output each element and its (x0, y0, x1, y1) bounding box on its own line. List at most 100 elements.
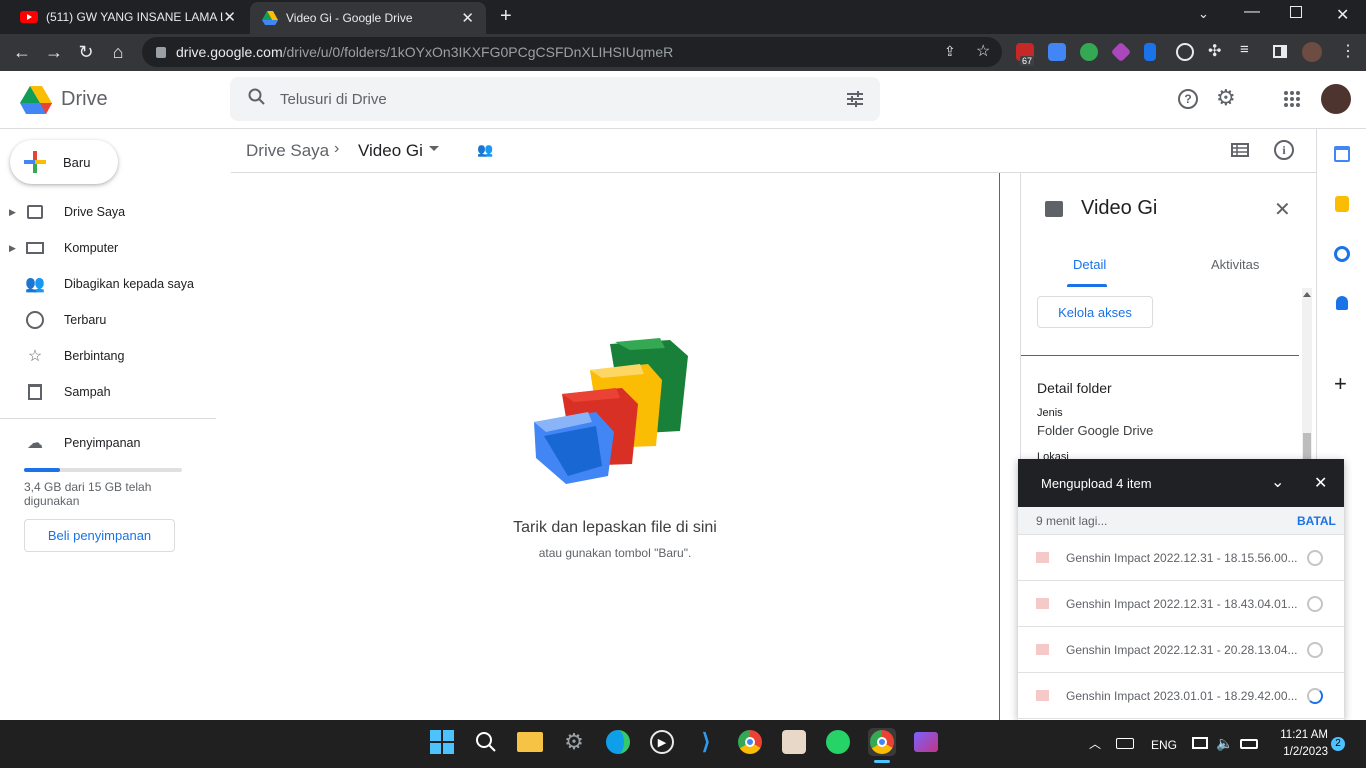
extension-icon[interactable] (1080, 43, 1098, 61)
media-icon[interactable]: ≡ (1240, 41, 1249, 58)
chrome-profile-icon[interactable] (868, 728, 896, 756)
sidebar-item-my-drive[interactable]: ▶ Drive Saya (0, 196, 216, 228)
expand-arrow-icon[interactable]: ▶ (9, 243, 16, 254)
window-close-icon[interactable]: ✕ (1336, 5, 1349, 25)
upload-panel: Mengupload 4 item ⌄ ✕ 9 menit lagi... BA… (1018, 459, 1344, 720)
tab-search-icon[interactable]: ⌄ (1198, 6, 1209, 22)
close-icon[interactable]: ✕ (1314, 473, 1327, 493)
clock-date[interactable]: 1/2/2023 (1266, 746, 1328, 758)
display-icon[interactable] (1192, 737, 1208, 749)
chevron-down-icon[interactable]: ⌄ (1271, 472, 1284, 492)
help-icon[interactable]: ? (1178, 89, 1198, 109)
sidebar-item-starred[interactable]: ☆ Berbintang (0, 340, 216, 372)
translate-icon[interactable] (1048, 43, 1066, 61)
address-bar[interactable]: drive.google.com/drive/u/0/folders/1kOYx… (142, 37, 1002, 67)
tab-detail[interactable]: Detail (1073, 257, 1106, 272)
tasks-icon[interactable] (1334, 246, 1350, 262)
vscode-icon[interactable]: ⟩ (692, 728, 720, 756)
more-menu-icon[interactable]: ⋮ (1340, 41, 1356, 61)
minimize-icon[interactable]: — (1244, 3, 1260, 21)
bookmark-star-icon[interactable]: ☆ (976, 41, 990, 61)
home-icon[interactable]: ⌂ (106, 40, 130, 64)
media-player-icon[interactable]: ▶ (648, 728, 676, 756)
empty-folder-illustration (530, 336, 700, 491)
breadcrumb-root[interactable]: Drive Saya (246, 141, 329, 161)
language-indicator[interactable]: ENG (1151, 738, 1177, 752)
calendar-icon[interactable] (1334, 146, 1350, 162)
upload-status-bar: 9 menit lagi... BATAL (1018, 507, 1344, 535)
settings-icon[interactable]: ⚙ (560, 728, 588, 756)
sidebar-item-storage[interactable]: ☁ Penyimpanan (0, 427, 216, 459)
tab-activity[interactable]: Aktivitas (1211, 257, 1259, 272)
close-icon[interactable]: ✕ (223, 8, 236, 26)
puzzle-icon[interactable]: ✣ (1208, 41, 1221, 61)
pending-circle-icon (1307, 549, 1323, 566)
manage-access-button[interactable]: Kelola akses (1037, 296, 1153, 328)
battery-icon[interactable] (1240, 739, 1258, 749)
scrollbar-thumb[interactable] (1303, 433, 1311, 460)
restore-icon[interactable] (1290, 6, 1302, 18)
sidebar-item-label: Dibagikan kepada saya (64, 277, 194, 291)
drive-logo-icon[interactable] (20, 86, 52, 119)
account-avatar[interactable] (1321, 84, 1351, 114)
dropdown-arrow-icon[interactable] (429, 146, 439, 151)
close-icon[interactable]: ✕ (461, 9, 474, 27)
new-tab-icon[interactable]: + (500, 5, 512, 28)
sidebar-item-recent[interactable]: Terbaru (0, 304, 216, 336)
keyboard-icon[interactable] (1116, 738, 1134, 749)
scrollbar[interactable] (1302, 288, 1312, 460)
search-icon[interactable] (472, 728, 500, 756)
file-explorer-icon[interactable] (516, 728, 544, 756)
notification-badge[interactable]: 2 (1331, 737, 1345, 751)
list-view-icon[interactable] (1231, 143, 1249, 162)
extension-w-icon[interactable] (1176, 43, 1194, 61)
edge-icon[interactable] (604, 728, 632, 756)
info-icon[interactable]: i (1274, 140, 1294, 160)
keep-icon[interactable] (1335, 196, 1349, 212)
close-icon[interactable]: ✕ (1274, 197, 1291, 222)
list-item[interactable]: Genshin Impact 2022.12.31 - 20.28.13.04.… (1018, 627, 1344, 673)
list-item[interactable]: Genshin Impact 2022.12.31 - 18.15.56.00.… (1018, 535, 1344, 581)
contacts-icon[interactable] (1336, 296, 1348, 310)
search-icon[interactable] (248, 88, 266, 111)
windows-start-icon[interactable] (428, 728, 456, 756)
docs-icon[interactable] (1144, 43, 1156, 61)
tray-expand-icon[interactable]: ︿ (1089, 735, 1101, 752)
buy-storage-button[interactable]: Beli penyimpanan (24, 519, 175, 552)
clipchamp-icon[interactable] (912, 728, 940, 756)
clock-time[interactable]: 11:21 AM (1266, 729, 1328, 741)
search-input[interactable]: Telusuri di Drive (280, 91, 387, 108)
forward-icon[interactable]: → (42, 40, 66, 64)
search-bar[interactable]: Telusuri di Drive (230, 77, 880, 121)
expand-arrow-icon[interactable]: ▶ (9, 207, 16, 218)
drive-logo-text[interactable]: Drive (61, 88, 108, 111)
profile-avatar[interactable] (1302, 42, 1322, 62)
sidebar-item-computers[interactable]: ▶ Komputer (0, 232, 216, 264)
settings-icon[interactable]: ⚙ (1216, 85, 1236, 111)
upload-time-remaining: 9 menit lagi... (1036, 514, 1108, 528)
reload-icon[interactable]: ↻ (74, 40, 98, 64)
back-icon[interactable]: ← (10, 40, 34, 64)
tab-google-drive[interactable]: Video Gi - Google Drive ✕ (250, 2, 486, 34)
add-addon-icon[interactable]: + (1334, 373, 1347, 395)
sidebar-item-shared[interactable]: 👥 Dibagikan kepada saya (0, 268, 216, 300)
volume-icon[interactable]: 🔈 (1216, 735, 1233, 752)
breadcrumb-current[interactable]: Video Gi (358, 141, 423, 161)
chrome-icon[interactable] (736, 728, 764, 756)
sidepanel-icon[interactable] (1273, 45, 1287, 58)
scroll-up-icon[interactable] (1303, 292, 1311, 297)
sidebar-item-trash[interactable]: Sampah (0, 376, 216, 408)
tab-youtube[interactable]: (511) GW YANG INSANE LAMA L ✕ (8, 0, 248, 34)
whatsapp-icon[interactable] (824, 728, 852, 756)
list-item[interactable]: Genshin Impact 2023.01.01 - 18.29.42.00.… (1018, 673, 1344, 719)
upload-header: Mengupload 4 item ⌄ ✕ (1018, 459, 1344, 507)
shared-folder-icon[interactable]: 👥 (477, 142, 493, 158)
list-item[interactable]: Genshin Impact 2022.12.31 - 18.43.04.01.… (1018, 581, 1344, 627)
cancel-upload-button[interactable]: BATAL (1297, 514, 1336, 528)
active-tab-indicator (1067, 284, 1107, 287)
search-options-icon[interactable] (846, 90, 864, 113)
apps-grid-icon[interactable] (1284, 91, 1300, 112)
pending-circle-icon (1307, 595, 1323, 612)
share-icon[interactable]: ⇪ (944, 43, 956, 60)
game-app-icon[interactable] (780, 728, 808, 756)
